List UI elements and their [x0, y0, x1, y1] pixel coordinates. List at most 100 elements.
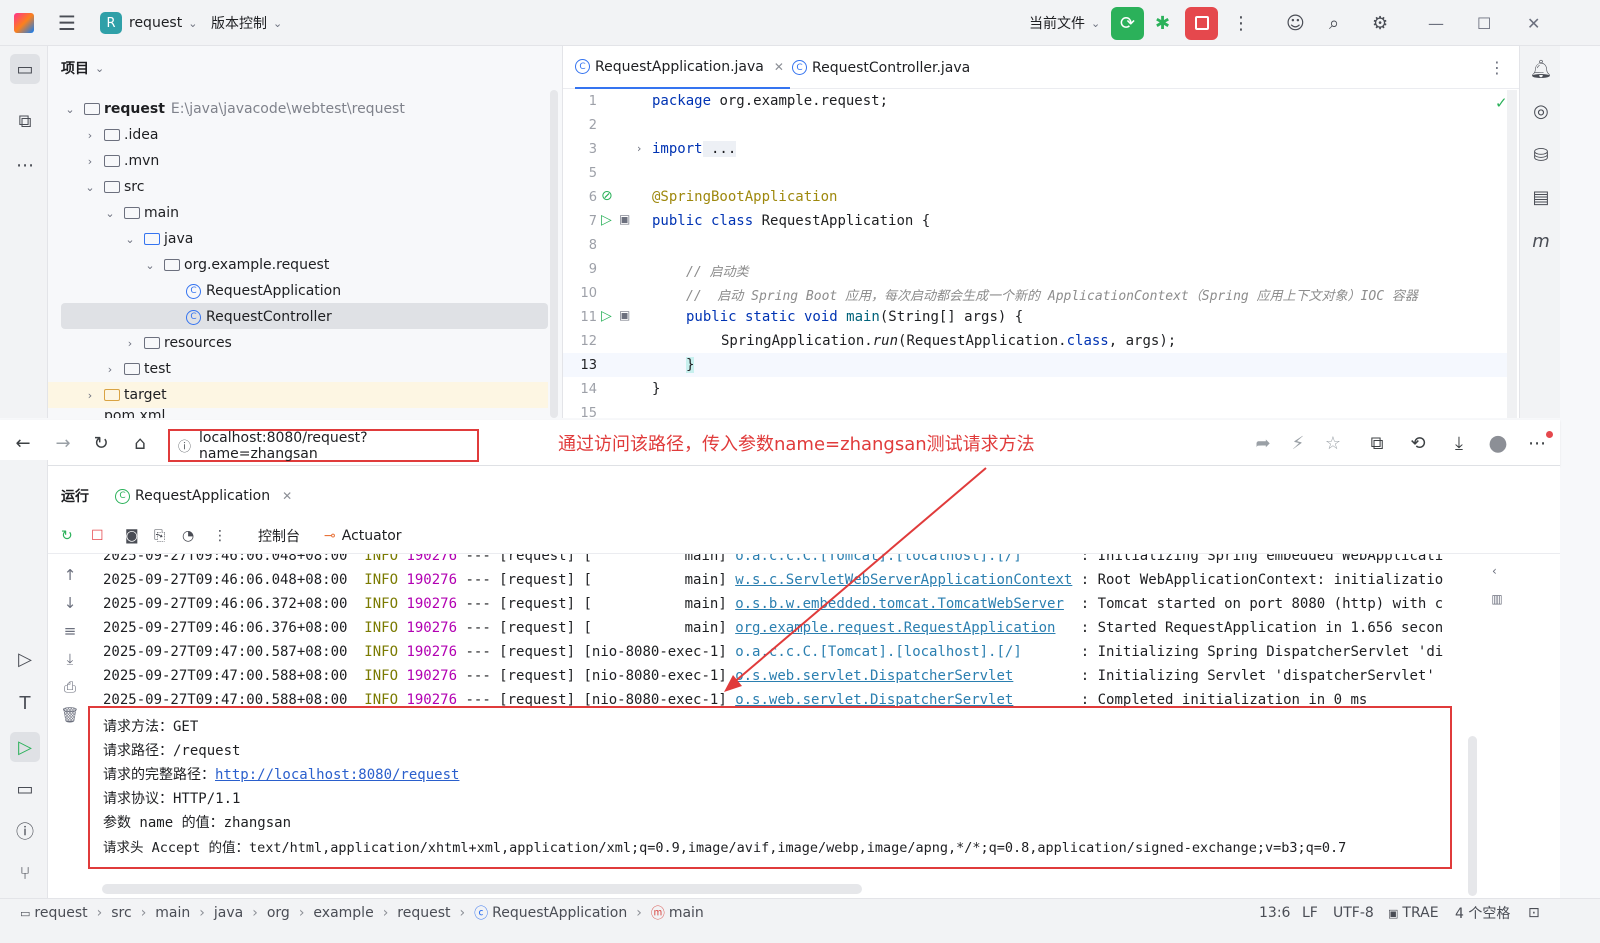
vcs-menu[interactable]: 版本控制 ⌄ — [211, 0, 282, 46]
tree-item-main[interactable]: ⌄ main — [104, 200, 179, 226]
maven-icon[interactable]: m — [1528, 228, 1554, 254]
database-icon[interactable]: ⛁ — [1528, 142, 1554, 168]
tree-item-requestcontroller[interactable]: C RequestController — [186, 304, 332, 330]
share-icon[interactable]: ➦ — [1250, 420, 1276, 466]
site-info-icon[interactable]: ⓘ — [178, 436, 191, 455]
main-menu-icon[interactable]: ☰ — [58, 0, 76, 46]
tab-requestapplication[interactable]: C RequestApplication.java ✕ — [575, 46, 790, 89]
code-line-13[interactable]: } — [686, 357, 695, 373]
tab-console[interactable]: 控制台 — [244, 521, 314, 551]
tab-actuator[interactable]: ⊸ Actuator — [324, 518, 402, 554]
screenshot-icon[interactable]: ◙ — [125, 518, 139, 554]
profiler-icon[interactable]: ◔ — [182, 518, 194, 554]
app-logo-icon[interactable] — [14, 0, 34, 46]
debug-button[interactable]: ✱ — [1155, 0, 1170, 46]
structure-side-tab[interactable]: ▥ — [1490, 592, 1504, 606]
breadcrumb-item[interactable]: request — [397, 905, 450, 921]
breadcrumb-item[interactable]: RequestApplication — [492, 905, 627, 921]
rerun-button[interactable]: ⟳ — [1111, 0, 1144, 46]
reload-icon[interactable]: ↻ — [88, 420, 114, 466]
search-icon[interactable]: ⌕ — [1329, 0, 1339, 46]
services-icon[interactable]: ▷ — [12, 646, 38, 672]
add-user-icon[interactable]: ☺ — [1286, 0, 1305, 46]
tree-item-java[interactable]: ⌄ java — [124, 226, 193, 252]
extensions-icon[interactable]: ⧉ — [1364, 420, 1390, 466]
settings-gear-icon[interactable]: ⚙ — [1372, 0, 1388, 46]
run-gutter-icon[interactable]: ▷ — [601, 212, 612, 228]
log-logger[interactable]: org.example.request.RequestApplication — [735, 620, 1055, 636]
breadcrumb-item[interactable]: src — [111, 905, 131, 921]
tree-item-target[interactable]: › target — [84, 382, 167, 408]
project-folder-icon[interactable]: ▭ — [10, 54, 40, 84]
tabs-more-icon[interactable]: ⋮ — [1489, 58, 1505, 77]
breadcrumb-item[interactable]: main — [669, 905, 704, 921]
code-line-9[interactable]: // 启动类 — [686, 261, 748, 280]
spring-bean-icon[interactable]: ⊘ — [601, 188, 613, 204]
fold-chevron-icon[interactable]: › — [637, 142, 641, 155]
download-icon[interactable]: ⤓ — [1446, 420, 1472, 466]
maximize-button[interactable]: ☐ — [1477, 0, 1491, 46]
build-hammer-icon[interactable]: T — [12, 690, 38, 716]
file-encoding[interactable]: UTF-8 — [1333, 899, 1374, 927]
console-h-scrollbar[interactable] — [102, 884, 862, 894]
home-icon[interactable]: ⌂ — [127, 420, 153, 466]
console-v-scrollbar[interactable] — [1468, 736, 1477, 896]
close-tab-icon[interactable]: ✕ — [774, 60, 784, 74]
editor-scrollbar[interactable] — [1507, 90, 1517, 418]
problems-icon[interactable]: ⓘ — [12, 818, 38, 844]
ai-assistant-icon[interactable]: ◎ — [1528, 98, 1554, 124]
rerun-icon[interactable]: ↻ — [61, 518, 73, 554]
read-only-lock-icon[interactable]: ⊡ — [1528, 899, 1540, 927]
structure-icon[interactable]: ⧉ — [12, 108, 38, 134]
run-config-selector[interactable]: 当前文件 ⌄ — [1029, 0, 1100, 46]
tab-requestcontroller[interactable]: C RequestController.java — [792, 46, 970, 89]
address-bar[interactable]: ⓘ localhost:8080/request?name=zhangsan — [168, 429, 479, 462]
run-config-tab[interactable]: C RequestApplication ✕ — [115, 488, 292, 504]
close-window-button[interactable]: ✕ — [1527, 0, 1540, 46]
terminal-icon[interactable]: ▭ — [12, 776, 38, 802]
tree-item-request[interactable]: ⌄ request E:\java\javacode\webtest\reque… — [64, 96, 404, 122]
breadcrumb-item[interactable]: main — [155, 905, 190, 921]
code-line-12[interactable]: SpringApplication.run(RequestApplication… — [721, 333, 1176, 349]
code-line-6[interactable]: @SpringBootApplication — [652, 189, 837, 205]
tree-item-resources[interactable]: › resources — [124, 330, 232, 356]
history-icon[interactable]: ⟲ — [1405, 420, 1431, 466]
notifications-bell-icon[interactable]: 🔔︎ — [1528, 56, 1554, 82]
favorite-star-icon[interactable]: ☆ — [1320, 420, 1346, 466]
lightning-icon[interactable]: ⚡ — [1285, 420, 1311, 466]
chat-icon[interactable]: ▤ — [1528, 184, 1554, 210]
code-line-7[interactable]: public class RequestApplication { — [652, 213, 930, 229]
tree-item-mvn[interactable]: › .mvn — [84, 148, 159, 174]
more-tools-icon[interactable]: ⋯ — [12, 152, 38, 178]
breadcrumb-item[interactable]: request — [34, 905, 87, 921]
breadcrumb-item[interactable]: example — [313, 905, 373, 921]
breadcrumb-item[interactable]: java — [214, 905, 243, 921]
stop-icon[interactable]: ☐ — [91, 518, 104, 554]
collapse-panel-icon[interactable]: ‹ — [1492, 564, 1497, 578]
forward-arrow-icon[interactable]: → — [50, 420, 76, 466]
no-problems-check-icon[interactable]: ✓ — [1495, 94, 1508, 112]
run-tool-icon[interactable]: ▷ — [10, 732, 40, 762]
more-actions-icon[interactable]: ⋮ — [1232, 0, 1250, 46]
code-line-1[interactable]: package org.example.request; — [652, 93, 888, 109]
project-pane-header[interactable]: 项目 ⌄ — [61, 58, 104, 78]
code-line-14[interactable]: } — [652, 381, 660, 397]
run-gutter-icon[interactable]: ▷ — [601, 308, 612, 324]
trae-plugin[interactable]: ▣ TRAE — [1388, 899, 1439, 927]
log-logger[interactable]: w.s.c.ServletWebServerApplicationContext — [735, 572, 1072, 588]
tree-item-requestapplication[interactable]: C RequestApplication — [186, 278, 341, 304]
tree-item-src[interactable]: ⌄ src — [84, 174, 144, 200]
tree-item-pom[interactable]: pom.xml — [104, 408, 165, 418]
profile-avatar-icon[interactable]: ● — [1485, 420, 1511, 466]
restore-layout-icon[interactable]: ⎘ — [154, 518, 165, 554]
more-icon[interactable]: ⋮ — [213, 518, 227, 554]
tree-item-test[interactable]: › test — [104, 356, 171, 382]
project-switcher[interactable]: R request ⌄ — [100, 0, 197, 46]
minimize-button[interactable]: — — [1428, 0, 1444, 46]
tree-item-idea[interactable]: › .idea — [84, 122, 159, 148]
log-logger[interactable]: o.s.b.w.embedded.tomcat.TomcatWebServer — [735, 596, 1064, 612]
line-separator[interactable]: LF — [1302, 899, 1318, 927]
project-scrollbar[interactable] — [550, 90, 558, 418]
git-branch-icon[interactable]: ⑂ — [12, 860, 38, 886]
log-logger[interactable]: o.s.web.servlet.DispatcherServlet — [735, 668, 1013, 684]
